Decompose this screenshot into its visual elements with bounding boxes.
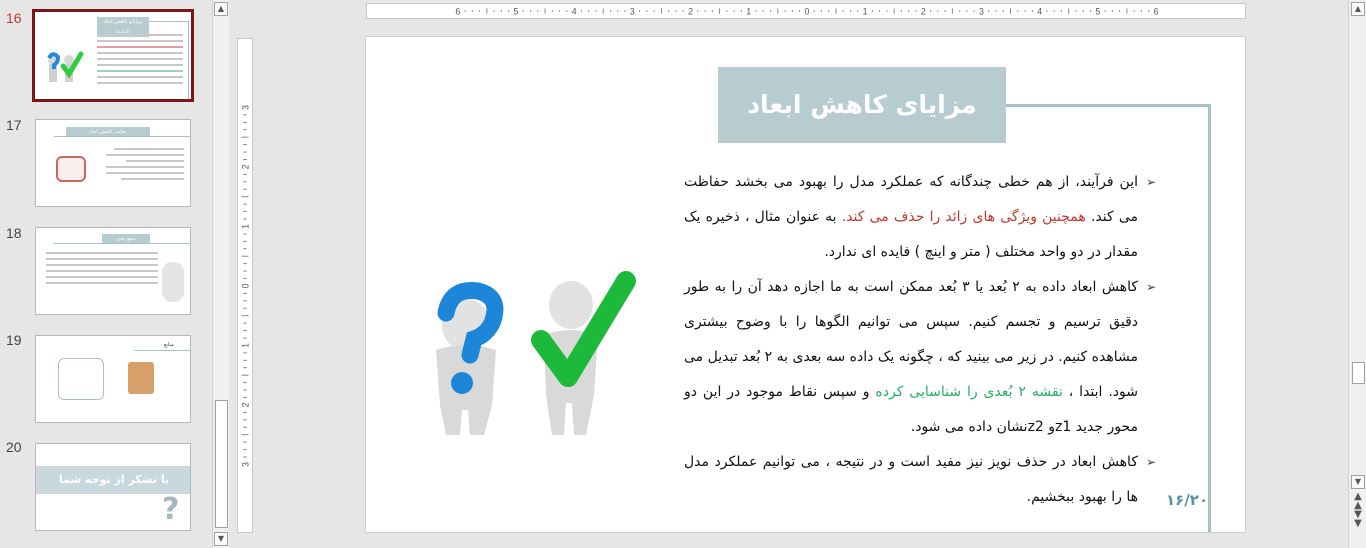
bullet-arrow-icon: ➢ xyxy=(1145,280,1156,294)
slide-title[interactable]: مزایای کاهش ابعاد (ادامه) xyxy=(718,67,1006,195)
ruler-label: 2 xyxy=(921,7,926,17)
bullet-text: کاهش ابعاد در حذف نویز نیز مفید است و در… xyxy=(684,454,1138,505)
thumbnail-text-line xyxy=(106,172,184,174)
thumbnail-number: 18 xyxy=(6,225,22,241)
next-slide-icon[interactable]: ▼ ▼ xyxy=(1352,510,1364,529)
thumbs-down-icon xyxy=(56,156,86,182)
ruler-label: 3 xyxy=(630,7,635,17)
thumbnail-text-line xyxy=(121,178,184,180)
ruler-label: 4 xyxy=(1037,7,1042,17)
ruler-label: 2 xyxy=(241,164,251,169)
slide-scrollbar[interactable]: ▲ ▼ ▲ ▲ ▼ ▼ xyxy=(1348,0,1366,548)
thumbnail-title: با تشکر از توجه شما xyxy=(36,466,190,494)
thumbnail-number: 20 xyxy=(6,439,22,455)
thumbnail-text-line xyxy=(97,34,183,36)
ruler-label: 6 xyxy=(1154,7,1159,17)
references-box xyxy=(58,358,104,400)
scroll-down-icon[interactable]: ▼ xyxy=(1351,475,1365,489)
thumbnail-frame xyxy=(149,21,189,99)
ruler-label: 1 xyxy=(241,224,251,229)
thumbnail-text-line xyxy=(106,154,184,156)
thumbnail-text-line xyxy=(97,64,183,66)
scroll-up-icon[interactable]: ▲ xyxy=(1351,2,1365,16)
thumbnail-text-line xyxy=(97,46,183,48)
thumbnail-text-line xyxy=(97,40,183,42)
thumbnail-text-line xyxy=(97,76,183,78)
thumbnail-text-line xyxy=(46,276,158,278)
thumbnail-text-line xyxy=(46,270,158,272)
bullet-arrow-icon: ➢ xyxy=(1145,175,1156,189)
thumbnail-title: منابع xyxy=(164,342,174,348)
thumbnail-text-line xyxy=(106,166,184,168)
ruler-label: 0 xyxy=(241,283,251,288)
ruler-label: 4 xyxy=(572,7,577,17)
thumbnail-number: 19 xyxy=(6,332,22,348)
slide-thumbnail-pane: 16 مزایای کاهش ابعاد (ادامه) 17 معایب کا… xyxy=(0,0,212,548)
question-mark-icon: ? xyxy=(162,492,180,527)
figure-head xyxy=(549,281,593,329)
slide-thumbnail-19[interactable]: منابع xyxy=(35,335,191,423)
figure-icon xyxy=(162,262,184,302)
scrollbar-thumb[interactable] xyxy=(1352,362,1365,384)
slide-thumbnail-18[interactable]: جمع بندی xyxy=(35,227,191,315)
ruler-label: 3 xyxy=(979,7,984,17)
scrollbar-thumb[interactable] xyxy=(215,400,228,528)
thumbnail-text-line xyxy=(97,70,183,72)
slide-thumbnail-20[interactable]: با تشکر از توجه شما ? xyxy=(35,443,191,531)
ruler-label: 6 xyxy=(455,7,460,17)
bullet-highlight-green: نقشه ۲ بُعدی را شناسایی کرده xyxy=(875,384,1063,400)
thumbnail-text-line xyxy=(97,58,183,60)
thumbnail-text-line xyxy=(46,258,158,260)
presentation-editor: 16 مزایای کاهش ابعاد (ادامه) 17 معایب کا… xyxy=(0,0,1366,548)
thumbnail-rule xyxy=(54,243,190,244)
question-check-icon xyxy=(47,51,84,82)
thumbnail-scrollbar[interactable]: ▲ ▼ xyxy=(212,0,229,548)
scroll-up-icon[interactable]: ▲ xyxy=(214,2,228,16)
thumbnail-text-line xyxy=(114,148,184,150)
thumbnail-text-line xyxy=(97,52,183,54)
bullet-highlight-red: همچنین ویژگی های زائد را حذف می کند. xyxy=(841,209,1086,225)
previous-slide-icon[interactable]: ▲ ▲ xyxy=(1352,492,1364,511)
question-check-figures-image[interactable] xyxy=(396,265,646,445)
thumbnail-text-line xyxy=(46,252,158,254)
ruler-label: 5 xyxy=(514,7,519,17)
ruler-label: 3 xyxy=(241,105,251,110)
decorative-frame-right xyxy=(1208,104,1211,532)
ruler-label: 2 xyxy=(241,402,251,407)
question-dot xyxy=(451,372,473,394)
ruler-label: 5 xyxy=(1095,7,1100,17)
scroll-down-icon[interactable]: ▼ xyxy=(214,532,228,546)
slide-thumbnail-17[interactable]: معایب کاهش ابعاد xyxy=(35,119,191,207)
thumbnail-text-line xyxy=(46,282,158,284)
vertical-ruler: 3 2 1 0 1 2 3 xyxy=(237,38,253,533)
page-number: ۱۶/۲۰ xyxy=(1166,491,1209,509)
slide-thumbnail-16[interactable]: مزایای کاهش ابعاد (ادامه) xyxy=(32,9,194,102)
thumbnail-rule xyxy=(54,136,190,137)
thumbnail-rule xyxy=(134,350,190,351)
bullet-text: کاهش ابعاد داده به ۲ بُعد یا ۳ بُعد ممکن… xyxy=(684,279,1138,400)
ruler-label: 1 xyxy=(863,7,868,17)
slide-body-text[interactable]: ➢ این فرآیند، از هم خطی چندگانه که عملکرد… xyxy=(684,165,1156,515)
thumbnail-text-line xyxy=(97,82,183,84)
thumbnail-number: 17 xyxy=(6,117,22,133)
ruler-label: 2 xyxy=(688,7,693,17)
ruler-label: 1 xyxy=(241,343,251,348)
horizontal-ruler: 6 5 4 3 2 1 0 1 2 3 4 5 6 xyxy=(366,3,1246,19)
ruler-label: 0 xyxy=(804,7,809,17)
bullet-point: ➢ این فرآیند، از هم خطی چندگانه که عملکرد… xyxy=(684,165,1156,270)
slide-canvas[interactable]: مزایای کاهش ابعاد (ادامه) ➢ این فرآیند، ا… xyxy=(365,36,1246,533)
books-icon xyxy=(128,362,154,394)
thumbnail-text-line xyxy=(46,264,158,266)
bullet-point: ➢ کاهش ابعاد در حذف نویز نیز مفید است و د… xyxy=(684,445,1156,515)
thumbnail-text-line xyxy=(126,160,184,162)
ruler-label: 1 xyxy=(746,7,751,17)
bullet-point: ➢ کاهش ابعاد داده به ۲ بُعد یا ۳ بُعد ممک… xyxy=(684,270,1156,445)
ruler-label: 3 xyxy=(241,462,251,467)
decorative-frame-top xyxy=(1006,104,1211,107)
thumbnail-number: 16 xyxy=(6,10,22,26)
bullet-arrow-icon: ➢ xyxy=(1145,455,1156,469)
